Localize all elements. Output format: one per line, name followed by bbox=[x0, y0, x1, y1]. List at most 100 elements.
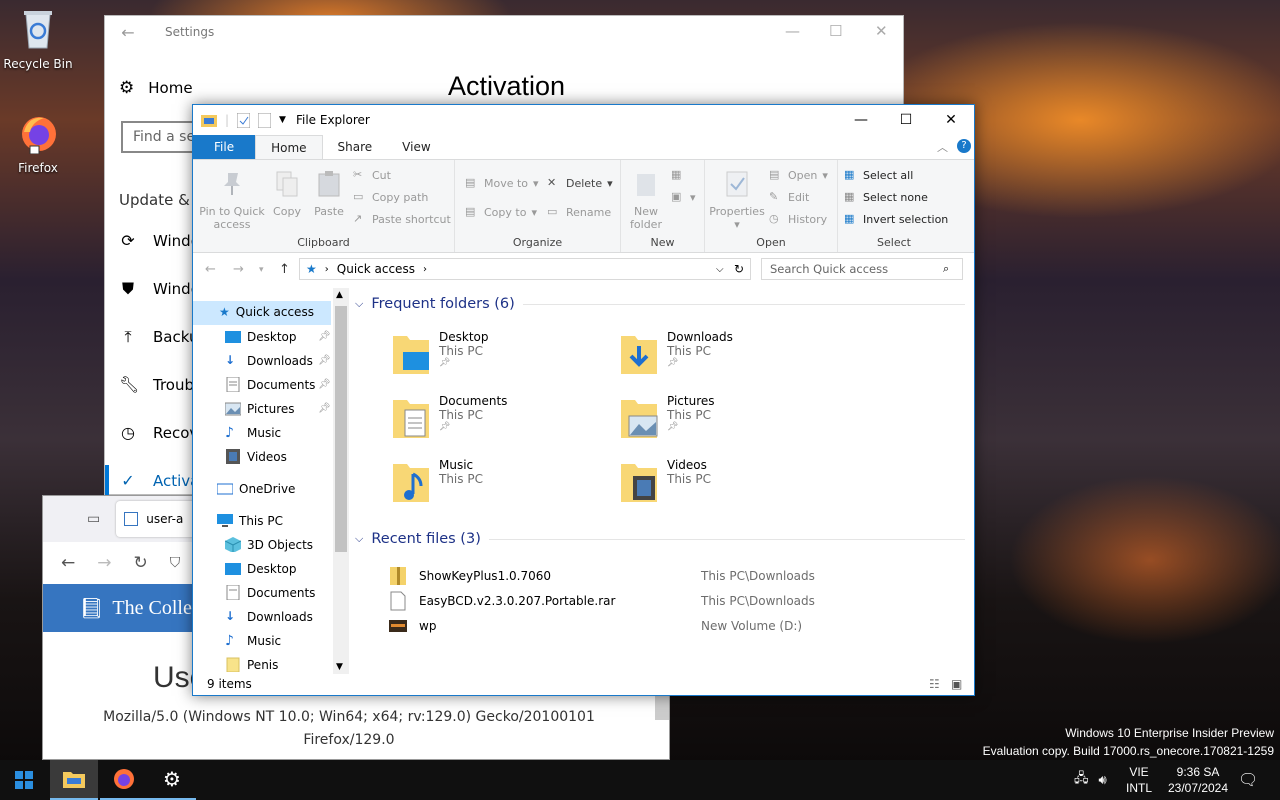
new-folder-icon[interactable] bbox=[258, 112, 272, 128]
nav-item-downloads[interactable]: ↓ Downloads bbox=[225, 353, 313, 368]
nav-item-3d-objects[interactable]: 3D Objects bbox=[225, 537, 313, 552]
refresh-icon[interactable]: ↻ bbox=[734, 262, 744, 276]
close-button[interactable]: ✕ bbox=[928, 105, 974, 135]
tab-share[interactable]: Share bbox=[323, 135, 388, 159]
large-icons-view-icon[interactable]: ▣ bbox=[951, 677, 962, 691]
back-arrow-icon[interactable]: ← bbox=[61, 553, 75, 573]
settings-item-windows-defender[interactable]: ⛊ Windo bbox=[119, 279, 200, 299]
select-all-button[interactable]: ▦ Select all bbox=[844, 168, 913, 182]
delete-button[interactable]: ✕ Delete ▾ bbox=[547, 176, 613, 190]
forward-arrow-icon[interactable]: → bbox=[97, 553, 111, 573]
tab-view[interactable]: View bbox=[387, 135, 445, 159]
pin-icon[interactable]: 📌︎ bbox=[318, 331, 331, 342]
taskbar-firefox[interactable] bbox=[100, 760, 148, 800]
tab-home[interactable]: Home bbox=[255, 135, 323, 159]
maximize-button[interactable]: ☐ bbox=[829, 22, 842, 40]
back-arrow-icon[interactable]: ← bbox=[205, 262, 216, 277]
list-item[interactable]: wp New Volume (D:) bbox=[389, 616, 949, 636]
pin-icon[interactable]: 📌︎ bbox=[318, 403, 331, 414]
invert-selection-button[interactable]: ▦ Invert selection bbox=[844, 212, 948, 226]
back-arrow-icon[interactable]: ← bbox=[105, 23, 151, 42]
pin-to-quick-access-button[interactable]: Pin to Quick access bbox=[199, 170, 265, 231]
new-item-button[interactable]: ▦ bbox=[671, 168, 685, 182]
recent-locations-icon[interactable]: ▾ bbox=[259, 265, 264, 275]
nav-item-quick-access[interactable]: ★ Quick access bbox=[219, 305, 314, 319]
forward-arrow-icon[interactable]: → bbox=[233, 262, 244, 277]
folder-tile-pictures[interactable]: Pictures This PC 📌︎ bbox=[619, 394, 715, 440]
folder-tile-documents[interactable]: Documents This PC 📌︎ bbox=[391, 394, 507, 440]
frequent-folders-header[interactable]: ⌵ Frequent folders (6) bbox=[355, 296, 965, 312]
settings-item-troubleshoot[interactable]: 🔧︎ Troubl bbox=[119, 375, 198, 394]
recent-files-header[interactable]: ⌵ Recent files (3) bbox=[355, 531, 965, 547]
nav-item-documents[interactable]: Documents bbox=[225, 377, 315, 392]
scrollbar-thumb[interactable] bbox=[335, 306, 347, 552]
search-input[interactable]: Search Quick access bbox=[761, 258, 963, 280]
taskbar-file-explorer[interactable] bbox=[50, 760, 98, 800]
scroll-down-icon[interactable]: ▼ bbox=[336, 662, 343, 672]
list-item[interactable]: ShowKeyPlus1.0.7060 This PC\Downloads bbox=[389, 566, 949, 586]
tab-overview-icon[interactable]: ▭ bbox=[87, 511, 100, 527]
desktop-icon-recycle-bin[interactable]: Recycle Bin bbox=[0, 8, 76, 71]
navigation-scrollbar[interactable]: ▲ ▼ bbox=[333, 288, 349, 674]
action-center-button[interactable]: 🗨︎ bbox=[1238, 760, 1258, 800]
move-to-button[interactable]: ▤ Move to ▾ bbox=[465, 176, 539, 190]
open-button[interactable]: ▤ Open ▾ bbox=[769, 168, 828, 182]
desktop-icon-firefox[interactable]: Firefox bbox=[0, 112, 76, 175]
properties-button[interactable]: Properties ▾ bbox=[707, 170, 767, 231]
folder-tile-downloads[interactable]: Downloads This PC 📌︎ bbox=[619, 330, 733, 376]
volume-icon[interactable]: 🔊︎ bbox=[1099, 772, 1107, 788]
folder-tile-desktop[interactable]: Desktop This PC 📌︎ bbox=[391, 330, 489, 376]
address-dropdown-icon[interactable]: ⌵ bbox=[716, 264, 724, 275]
reload-icon[interactable]: ↻ bbox=[134, 553, 148, 573]
copy-path-button[interactable]: ▭ Copy path bbox=[353, 190, 428, 204]
network-icon[interactable]: 🖧︎ bbox=[1074, 769, 1089, 791]
maximize-button[interactable]: ☐ bbox=[883, 105, 929, 135]
pin-icon[interactable]: 📌︎ bbox=[318, 379, 331, 390]
taskbar-settings[interactable]: ⚙ bbox=[148, 760, 196, 800]
shield-icon[interactable]: ⛉ bbox=[170, 555, 181, 571]
nav-item-documents-pc[interactable]: Documents bbox=[225, 585, 315, 600]
scrollbar-thumb[interactable] bbox=[655, 696, 669, 720]
settings-home[interactable]: ⚙ Home bbox=[119, 78, 193, 98]
folder-tile-videos[interactable]: Videos This PC bbox=[619, 458, 711, 504]
nav-item-pictures[interactable]: Pictures bbox=[225, 401, 295, 416]
nav-item-desktop[interactable]: Desktop bbox=[225, 329, 297, 344]
help-icon[interactable]: ? bbox=[957, 139, 971, 153]
folder-tile-music[interactable]: Music This PC bbox=[391, 458, 483, 504]
address-bar[interactable]: ★ › Quick access › ⌵ ↻ bbox=[299, 258, 751, 280]
nav-item-videos[interactable]: Videos bbox=[225, 449, 287, 464]
properties-icon[interactable] bbox=[237, 112, 251, 128]
list-item[interactable]: EasyBCD.v2.3.0.207.Portable.rar This PC\… bbox=[389, 591, 949, 611]
minimize-button[interactable]: — bbox=[838, 105, 884, 135]
rename-button[interactable]: ▭ Rename bbox=[547, 205, 611, 219]
qat-dropdown-icon[interactable]: ▼ bbox=[279, 115, 286, 125]
easy-access-button[interactable]: ▣ ▾ bbox=[671, 190, 696, 204]
scroll-up-icon[interactable]: ▲ bbox=[336, 290, 343, 300]
nav-item-this-pc[interactable]: This PC bbox=[217, 513, 283, 528]
edit-button[interactable]: ✎ Edit bbox=[769, 190, 809, 204]
start-button[interactable] bbox=[0, 760, 48, 800]
language-indicator[interactable]: VIE INTL bbox=[1126, 760, 1152, 800]
select-none-button[interactable]: ▦ Select none bbox=[844, 190, 928, 204]
tab-file[interactable]: File bbox=[193, 135, 256, 159]
new-folder-button[interactable]: New folder bbox=[625, 170, 667, 231]
nav-item-downloads-pc[interactable]: ↓ Downloads bbox=[225, 609, 313, 624]
clock[interactable]: 9:36 SA 23/07/2024 bbox=[1160, 760, 1236, 800]
close-button[interactable]: ✕ bbox=[875, 22, 888, 40]
nav-item-onedrive[interactable]: OneDrive bbox=[217, 481, 295, 496]
collapse-ribbon-icon[interactable]: ︿ bbox=[937, 139, 948, 155]
settings-item-activation[interactable]: ✓ Activa bbox=[104, 465, 199, 495]
cut-button[interactable]: ✂ Cut bbox=[353, 168, 391, 182]
up-arrow-icon[interactable]: ↑ bbox=[279, 262, 290, 277]
settings-item-windows-update[interactable]: ⟳ Windo bbox=[119, 231, 200, 250]
nav-item-music[interactable]: ♪ Music bbox=[225, 425, 281, 441]
details-view-icon[interactable]: ☷ bbox=[929, 677, 940, 691]
nav-item-desktop-pc[interactable]: Desktop bbox=[225, 561, 297, 576]
minimize-button[interactable]: — bbox=[785, 22, 800, 40]
copy-button[interactable]: Copy bbox=[267, 170, 307, 218]
paste-shortcut-button[interactable]: ↗ Paste shortcut bbox=[353, 212, 451, 226]
pin-icon[interactable]: 📌︎ bbox=[318, 355, 331, 366]
nav-item-music-pc[interactable]: ♪ Music bbox=[225, 633, 281, 649]
paste-button[interactable]: Paste bbox=[309, 170, 349, 218]
copy-to-button[interactable]: ▤ Copy to ▾ bbox=[465, 205, 537, 219]
